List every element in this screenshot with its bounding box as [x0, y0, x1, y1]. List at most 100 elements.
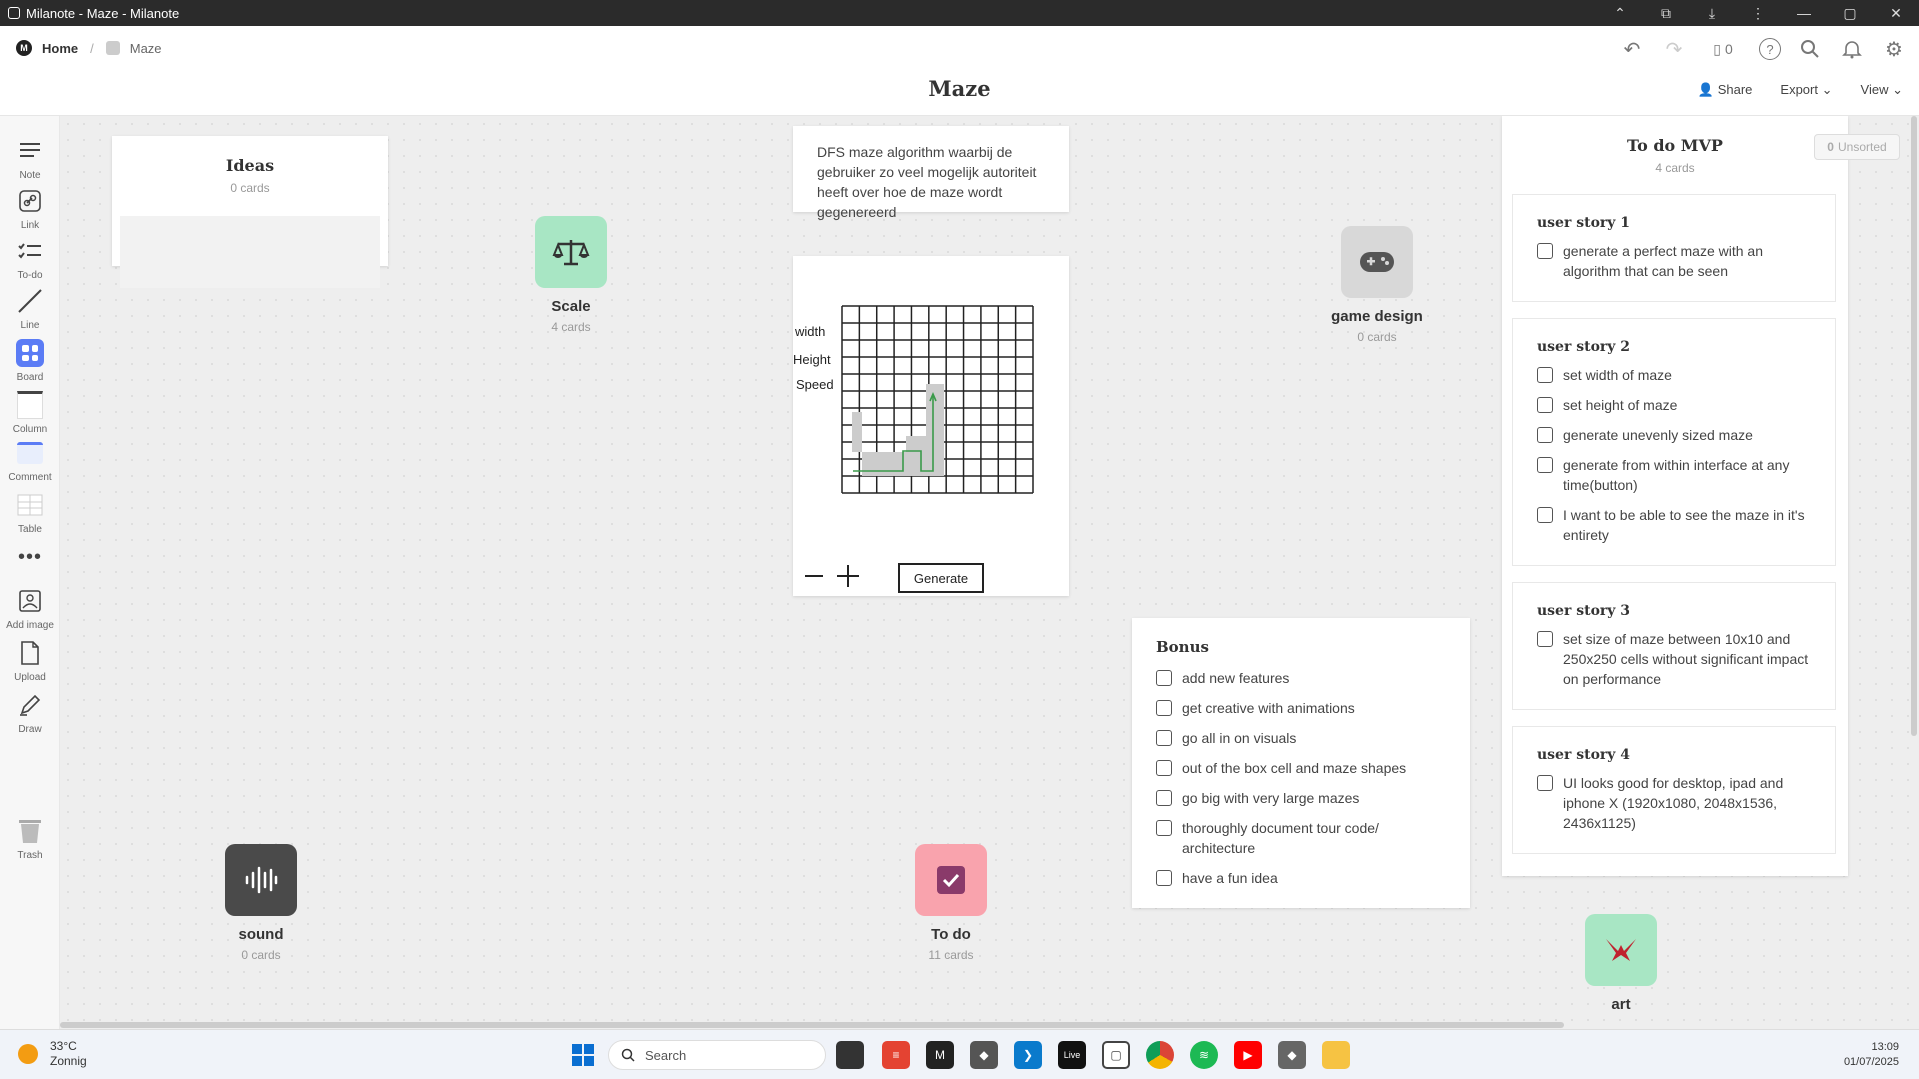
page-title[interactable]: Maze — [0, 76, 1919, 101]
taskbar-chrome-icon[interactable] — [1146, 1041, 1174, 1069]
todo-checkbox[interactable] — [1537, 367, 1553, 383]
todo-item[interactable]: out of the box cell and maze shapes — [1156, 758, 1446, 778]
taskbar-youtube-icon[interactable]: ▶ — [1234, 1041, 1262, 1069]
export-button[interactable]: Export ⌄ — [1780, 82, 1832, 98]
column-title[interactable]: Ideas — [112, 156, 388, 175]
board-art[interactable] — [1585, 914, 1657, 986]
todo-checkbox[interactable] — [1156, 760, 1172, 776]
todo-text[interactable]: UI looks good for desktop, ipad and ipho… — [1563, 773, 1811, 833]
milanote-logo-icon[interactable]: M — [16, 40, 32, 56]
todo-text[interactable]: set height of maze — [1563, 395, 1677, 415]
taskbar-search[interactable]: Search — [608, 1040, 826, 1070]
todo-list-title[interactable]: user story 1 — [1537, 215, 1811, 231]
todo-text[interactable]: set width of maze — [1563, 365, 1672, 385]
tool-line[interactable]: Line — [0, 286, 60, 331]
tool-trash[interactable]: Trash — [0, 816, 60, 861]
tool-upload[interactable]: Upload — [0, 638, 60, 683]
todo-item[interactable]: set size of maze between 10x10 and 250x2… — [1537, 629, 1811, 689]
todo-checkbox[interactable] — [1156, 670, 1172, 686]
taskbar-files-icon[interactable] — [836, 1041, 864, 1069]
column-drop-area[interactable] — [120, 216, 380, 288]
extensions-icon[interactable]: ⧉ — [1643, 5, 1689, 22]
chevron-up-icon[interactable]: ⌃ — [1597, 5, 1643, 22]
breadcrumb-home[interactable]: Home — [42, 41, 78, 56]
maze-ui-sketch-image[interactable]: width Height Speed Generate — [793, 256, 1069, 596]
board-sound[interactable] — [225, 844, 297, 916]
breadcrumb-current[interactable]: Maze — [130, 41, 162, 56]
user-story-card[interactable]: user story 2 set width of maze set height … — [1512, 318, 1836, 566]
tool-note[interactable]: Note — [0, 136, 60, 181]
tool-link[interactable]: Link — [0, 186, 60, 231]
todo-item[interactable]: thoroughly document tour code/ architect… — [1156, 818, 1446, 858]
tool-todo[interactable]: To-do — [0, 236, 60, 281]
download-icon[interactable]: ⤓ — [1689, 5, 1735, 22]
todo-item[interactable]: go all in on visuals — [1156, 728, 1446, 748]
taskbar-explorer-icon[interactable] — [1322, 1041, 1350, 1069]
todo-item[interactable]: get creative with animations — [1156, 698, 1446, 718]
board-canvas[interactable]: Ideas 0 cards Scale 4 cards DFS maze alg… — [60, 116, 1919, 1029]
todo-item[interactable]: have a fun idea — [1156, 868, 1446, 888]
board-scale[interactable] — [535, 216, 607, 288]
todo-text[interactable]: I want to be able to see the maze in it'… — [1563, 505, 1811, 545]
todo-checkbox[interactable] — [1537, 507, 1553, 523]
ideas-column[interactable]: Ideas 0 cards — [112, 136, 388, 288]
todo-text[interactable]: generate from within interface at any ti… — [1563, 455, 1811, 495]
todo-checkbox[interactable] — [1537, 775, 1553, 791]
todo-item[interactable]: set height of maze — [1537, 395, 1811, 415]
bonus-todo-list[interactable]: Bonus add new features get creative with … — [1132, 618, 1470, 908]
taskbar-vscode-icon[interactable]: ❯ — [1014, 1041, 1042, 1069]
todo-checkbox[interactable] — [1537, 457, 1553, 473]
todo-item[interactable]: add new features — [1156, 668, 1446, 688]
weather-widget[interactable]: 33°C Zonnig — [18, 1039, 87, 1069]
tool-table[interactable]: Table — [0, 490, 60, 535]
todo-text[interactable]: set size of maze between 10x10 and 250x2… — [1563, 629, 1811, 689]
todo-checkbox[interactable] — [1156, 870, 1172, 886]
todo-checkbox[interactable] — [1537, 631, 1553, 647]
board-name[interactable]: Scale — [491, 298, 651, 315]
todo-text[interactable]: get creative with animations — [1182, 698, 1355, 718]
todo-text[interactable]: go big with very large mazes — [1182, 788, 1359, 808]
help-icon[interactable]: ? — [1759, 38, 1781, 60]
taskbar-ableton-icon[interactable]: Live — [1058, 1041, 1086, 1069]
tool-board[interactable]: Board — [0, 338, 60, 383]
todo-checkbox[interactable] — [1537, 427, 1553, 443]
board-todo[interactable] — [915, 844, 987, 916]
user-story-card[interactable]: user story 4 UI looks good for desktop, i… — [1512, 726, 1836, 854]
horizontal-scrollbar[interactable] — [60, 1022, 1564, 1028]
maximize-button[interactable]: ▢ — [1827, 5, 1873, 22]
todo-text[interactable]: generate unevenly sized maze — [1563, 425, 1753, 445]
todo-checkbox[interactable] — [1156, 790, 1172, 806]
todo-text[interactable]: add new features — [1182, 668, 1289, 688]
todo-text[interactable]: thoroughly document tour code/ architect… — [1182, 818, 1446, 858]
settings-gear-icon[interactable]: ⚙ — [1881, 36, 1907, 62]
taskbar-clock[interactable]: 13:09 01/07/2025 — [1844, 1040, 1899, 1070]
todo-list-title[interactable]: user story 4 — [1537, 747, 1811, 763]
description-note[interactable]: DFS maze algorithm waarbij de gebruiker … — [793, 126, 1069, 220]
column-title[interactable]: To do MVP — [1502, 136, 1848, 155]
taskbar-unity-icon[interactable]: ◆ — [970, 1041, 998, 1069]
windows-start-icon[interactable] — [572, 1044, 594, 1066]
todo-mvp-column[interactable]: To do MVP 4 cards 0 Unsorted user story 1… — [1502, 116, 1900, 876]
tool-image[interactable]: Add image — [0, 586, 60, 631]
todo-text[interactable]: out of the box cell and maze shapes — [1182, 758, 1406, 778]
board-game-design[interactable] — [1341, 226, 1413, 298]
taskbar-milanote-icon[interactable]: M — [926, 1041, 954, 1069]
share-button[interactable]: 👤 Share — [1698, 82, 1753, 98]
todo-checkbox[interactable] — [1537, 397, 1553, 413]
todo-checkbox[interactable] — [1537, 243, 1553, 259]
device-icon[interactable]: ▯ 0 — [1703, 36, 1743, 62]
todo-item[interactable]: I want to be able to see the maze in it'… — [1537, 505, 1811, 545]
todo-text[interactable]: go all in on visuals — [1182, 728, 1296, 748]
tool-column[interactable]: Column — [0, 390, 60, 435]
todo-list-title[interactable]: Bonus — [1156, 638, 1446, 656]
todo-item[interactable]: go big with very large mazes — [1156, 788, 1446, 808]
todo-list-title[interactable]: user story 2 — [1537, 339, 1811, 355]
board-name[interactable]: game design — [1297, 308, 1457, 325]
undo-icon[interactable]: ↶ — [1619, 36, 1645, 62]
bell-icon[interactable] — [1839, 36, 1865, 62]
user-story-card[interactable]: user story 3 set size of maze between 10x… — [1512, 582, 1836, 710]
board-name[interactable]: To do — [871, 926, 1031, 943]
todo-item[interactable]: generate unevenly sized maze — [1537, 425, 1811, 445]
user-story-card[interactable]: user story 1 generate a perfect maze with… — [1512, 194, 1836, 302]
search-icon[interactable] — [1797, 36, 1823, 62]
